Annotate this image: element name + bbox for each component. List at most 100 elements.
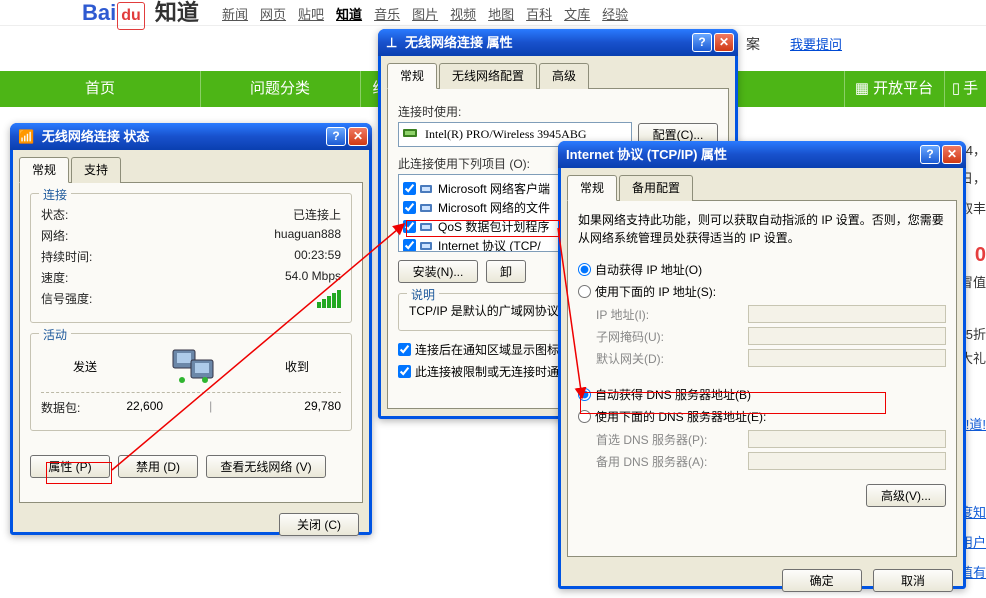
protocol-item-label: QoS 数据包计划程序 — [438, 218, 549, 235]
topnav-item[interactable]: 知道 — [336, 7, 362, 22]
tab-support[interactable]: 支持 — [71, 157, 121, 183]
help-button[interactable]: ? — [326, 127, 346, 146]
value-packets-sent: 22,600 — [80, 399, 209, 416]
disable-button[interactable]: 禁用 (D) — [118, 455, 198, 478]
limited-conn-label: 此连接被限制或无连接时通 — [415, 363, 559, 380]
radio-manual-dns-label: 使用下面的 DNS 服务器地址(E): — [595, 408, 766, 425]
tab-general[interactable]: 常规 — [387, 63, 437, 89]
topnav-item[interactable]: 新闻 — [222, 7, 248, 22]
navbar-open-platform[interactable]: ▦ 开放平台 — [844, 71, 944, 107]
wifi-properties-titlebar[interactable]: ⊥ 无线网络连接 属性 ? ✕ — [378, 29, 738, 56]
tab-general[interactable]: 常规 — [19, 157, 69, 183]
tcpip-blurb: 如果网络支持此功能，则可以获取自动指派的 IP 设置。否则，您需要从网络系统管理… — [578, 211, 946, 247]
protocol-item-label: Microsoft 网络客户端 — [438, 180, 550, 197]
topnav-item[interactable]: 视频 — [450, 7, 476, 22]
group-legend-activity: 活动 — [39, 326, 71, 343]
search-button-fragment[interactable]: 案 — [746, 36, 760, 52]
tab-alternate[interactable]: 备用配置 — [619, 175, 693, 201]
radio-manual-ip-input[interactable] — [578, 285, 591, 298]
group-legend-connection: 连接 — [39, 186, 71, 203]
radio-manual-ip-label: 使用下面的 IP 地址(S): — [595, 283, 716, 300]
topnav-item[interactable]: 文库 — [564, 7, 590, 22]
mask-field[interactable] — [748, 327, 946, 345]
protocol-item-checkbox[interactable] — [403, 201, 416, 214]
label-packets: 数据包: — [41, 399, 80, 416]
install-button[interactable]: 安装(N)... — [398, 260, 478, 283]
show-icon-check-input[interactable] — [398, 343, 411, 356]
label-dns2: 备用 DNS 服务器(A): — [596, 453, 748, 470]
activity-group: 活动 发送 收到 数据包: 22,600 — [30, 333, 352, 431]
window-icon: ⊥ — [386, 35, 397, 50]
window-title: Internet 协议 (TCP/IP) 属性 — [566, 147, 727, 162]
advanced-button[interactable]: 高级(V)... — [866, 484, 946, 507]
navbar-category[interactable]: 问题分类 — [200, 71, 360, 107]
radio-manual-ip[interactable]: 使用下面的 IP 地址(S): — [578, 283, 946, 300]
connection-group: 连接 状态:已连接上 网络:huaguan888 持续时间:00:23:59 速… — [30, 193, 352, 323]
label-signal: 信号强度: — [41, 290, 92, 308]
radio-manual-dns[interactable]: 使用下面的 DNS 服务器地址(E): — [578, 408, 946, 425]
label-ip: IP 地址(I): — [596, 306, 748, 323]
legend-description: 说明 — [407, 286, 439, 303]
label-sent: 发送 — [73, 358, 97, 375]
gw-field[interactable] — [748, 349, 946, 367]
close-button[interactable]: ✕ — [714, 33, 734, 52]
tab-general[interactable]: 常规 — [567, 175, 617, 201]
radio-auto-dns[interactable]: 自动获得 DNS 服务器地址(B) — [578, 386, 946, 403]
close-button[interactable]: ✕ — [942, 145, 962, 164]
qos-icon — [420, 221, 434, 233]
radio-auto-dns-label: 自动获得 DNS 服务器地址(B) — [595, 386, 751, 403]
bg-link-frag[interactable]: !道! — [966, 414, 986, 433]
activity-icon — [161, 346, 221, 386]
ask-link[interactable]: 我要提问 — [790, 34, 842, 53]
value-duration: 00:23:59 — [294, 248, 341, 265]
radio-auto-dns-input[interactable] — [578, 388, 591, 401]
label-speed: 速度: — [41, 269, 68, 286]
help-button[interactable]: ? — [692, 33, 712, 52]
ip-field[interactable] — [748, 305, 946, 323]
topnav-item[interactable]: 地图 — [488, 7, 514, 22]
proto-icon — [420, 240, 434, 252]
topnav-item[interactable]: 图片 — [412, 7, 438, 22]
tcpip-titlebar[interactable]: Internet 协议 (TCP/IP) 属性 ? ✕ — [558, 141, 966, 168]
protocol-item-checkbox[interactable] — [403, 220, 416, 233]
radio-manual-dns-input[interactable] — [578, 410, 591, 423]
value-status: 已连接上 — [293, 206, 341, 223]
dns1-field[interactable] — [748, 430, 946, 448]
value-network: huaguan888 — [274, 227, 341, 244]
topnav-item[interactable]: 经验 — [602, 7, 628, 22]
view-networks-button[interactable]: 查看无线网络 (V) — [206, 455, 326, 478]
wireless-icon: 📶 — [18, 129, 34, 144]
adapter-icon — [403, 127, 419, 142]
topnav-item[interactable]: 网页 — [260, 7, 286, 22]
navbar-mobile[interactable]: ▯ 手 — [944, 71, 986, 107]
bg-text-frag: 4， — [966, 140, 986, 159]
close-button[interactable]: ✕ — [348, 127, 368, 146]
properties-button[interactable]: 属性 (P) — [30, 455, 110, 478]
client-icon — [420, 183, 434, 195]
wifi-status-titlebar[interactable]: 📶 无线网络连接 状态 ? ✕ — [10, 123, 372, 150]
label-status: 状态: — [41, 206, 68, 223]
grid-icon: ▦ — [855, 71, 869, 107]
topnav-item[interactable]: 贴吧 — [298, 7, 324, 22]
tab-advanced[interactable]: 高级 — [539, 63, 589, 89]
window-title: 无线网络连接 状态 — [42, 129, 150, 144]
value-packets-recv: 29,780 — [212, 399, 341, 416]
label-network: 网络: — [41, 227, 68, 244]
file-icon — [420, 202, 434, 214]
adapter-name: Intel(R) PRO/Wireless 3945ABG — [425, 127, 587, 142]
uninstall-button[interactable]: 卸 — [486, 260, 526, 283]
protocol-item-checkbox[interactable] — [403, 182, 416, 195]
limited-conn-check-input[interactable] — [398, 365, 411, 378]
topnav-item[interactable]: 音乐 — [374, 7, 400, 22]
signal-strength-icon — [317, 290, 341, 308]
close-window-button[interactable]: 关闭 (C) — [279, 513, 359, 536]
navbar-home[interactable]: 首页 — [0, 71, 200, 107]
radio-auto-ip-input[interactable] — [578, 263, 591, 276]
radio-auto-ip[interactable]: 自动获得 IP 地址(O) — [578, 261, 946, 278]
protocol-item-checkbox[interactable] — [403, 239, 416, 252]
help-button[interactable]: ? — [920, 145, 940, 164]
dns2-field[interactable] — [748, 452, 946, 470]
label-recv: 收到 — [285, 358, 309, 375]
tab-wireless[interactable]: 无线网络配置 — [439, 63, 537, 89]
topnav-item[interactable]: 百科 — [526, 7, 552, 22]
